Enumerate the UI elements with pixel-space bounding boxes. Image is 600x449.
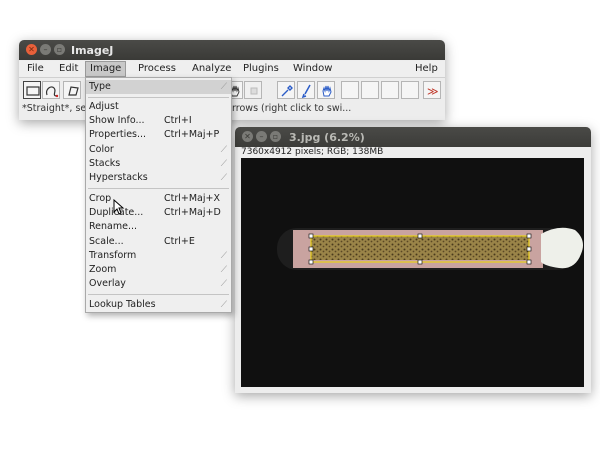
submenu-arrow-icon: ⟋ (220, 265, 227, 275)
submenu-arrow-icon: ⟋ (220, 251, 227, 261)
image-menu-dropdown: Type ⟋ Adjust Show Info... Ctrl+I Properti… (85, 77, 232, 313)
menu-help[interactable]: Help (415, 63, 438, 74)
menu-process[interactable]: Process (138, 63, 176, 74)
maximize-icon[interactable]: ▫ (54, 44, 65, 55)
submenu-arrow-icon: ⟋ (220, 279, 227, 289)
menu-item-rename[interactable]: Rename... (86, 220, 231, 234)
submenu-arrow-icon: ⟋ (220, 82, 227, 92)
empty-tool-slot-3[interactable] (381, 81, 399, 99)
empty-tool-slot-1[interactable] (341, 81, 359, 99)
menu-separator (88, 188, 229, 189)
hand-blue-icon[interactable] (317, 81, 335, 99)
imagej-main-window: ✕ – ▫ ImageJ File Edit Image Process Ana… (19, 40, 445, 120)
submenu-arrow-icon: ⟋ (220, 173, 227, 183)
menu-item-transform[interactable]: Transform ⟋ (86, 249, 231, 263)
close-icon[interactable]: ✕ (242, 131, 253, 142)
menu-item-overlay[interactable]: Overlay ⟋ (86, 277, 231, 291)
menu-separator (88, 97, 229, 98)
menu-item-show-info[interactable]: Show Info... Ctrl+I (86, 114, 231, 128)
menu-item-scale[interactable]: Scale... Ctrl+E (86, 235, 231, 249)
window-title: ImageJ (71, 44, 114, 57)
image-canvas[interactable] (241, 158, 584, 387)
image-window: ✕ – ▫ 3.jpg (6.2%) 7360x4912 pixels; RGB… (235, 127, 591, 393)
menu-item-adjust[interactable]: Adjust (86, 100, 231, 114)
menu-window[interactable]: Window (293, 63, 332, 74)
menu-file[interactable]: File (27, 63, 44, 74)
brush-icon[interactable] (297, 81, 315, 99)
submenu-arrow-icon: ⟋ (220, 159, 227, 169)
specimen-image (277, 227, 583, 270)
menu-separator (88, 294, 229, 295)
image-titlebar[interactable]: ✕ – ▫ 3.jpg (6.2%) (235, 127, 591, 147)
rectangle-tool[interactable] (23, 81, 41, 99)
menu-item-properties[interactable]: Properties... Ctrl+Maj+P (86, 128, 231, 142)
more-tools-icon[interactable]: ≫ (423, 81, 441, 99)
pipette-icon[interactable] (277, 81, 295, 99)
minimize-icon[interactable]: – (256, 131, 267, 142)
menu-analyze[interactable]: Analyze (192, 63, 231, 74)
svg-text:≫: ≫ (427, 85, 439, 98)
empty-tool-slot-4[interactable] (401, 81, 419, 99)
main-titlebar[interactable]: ✕ – ▫ ImageJ (19, 40, 445, 60)
menu-item-type[interactable]: Type ⟋ (86, 80, 231, 94)
dropper-tool[interactable] (244, 81, 262, 99)
freehand-tool[interactable] (42, 81, 60, 99)
menu-item-stacks[interactable]: Stacks ⟋ (86, 157, 231, 171)
empty-tool-slot-2[interactable] (361, 81, 379, 99)
mouse-cursor-icon (113, 199, 125, 215)
menu-item-zoom[interactable]: Zoom ⟋ (86, 263, 231, 277)
polygon-tool[interactable] (63, 81, 81, 99)
menu-item-duplicate[interactable]: Duplicate... Ctrl+Maj+D (86, 206, 231, 220)
status-text-tail: arrows (right click to swi... (226, 103, 352, 114)
close-icon[interactable]: ✕ (26, 44, 37, 55)
menu-plugins[interactable]: Plugins (243, 63, 279, 74)
submenu-arrow-icon: ⟋ (220, 145, 227, 155)
menu-image[interactable]: Image (85, 61, 127, 77)
menu-item-crop[interactable]: Crop Ctrl+Maj+X (86, 192, 231, 206)
menu-item-color[interactable]: Color ⟋ (86, 143, 231, 157)
submenu-arrow-icon: ⟋ (220, 300, 227, 310)
image-info: 7360x4912 pixels; RGB; 138MB (241, 147, 384, 157)
minimize-icon[interactable]: – (40, 44, 51, 55)
status-text: *Straight*, se (22, 103, 87, 114)
image-title: 3.jpg (6.2%) (289, 131, 365, 144)
maximize-icon[interactable]: ▫ (270, 131, 281, 142)
menu-item-hyperstacks[interactable]: Hyperstacks ⟋ (86, 171, 231, 185)
menu-item-lookup-tables[interactable]: Lookup Tables ⟋ (86, 298, 231, 312)
toolbar: ≫ (19, 79, 445, 101)
menubar: File Edit Image Process Analyze Plugins … (19, 61, 445, 78)
menu-edit[interactable]: Edit (59, 63, 78, 74)
